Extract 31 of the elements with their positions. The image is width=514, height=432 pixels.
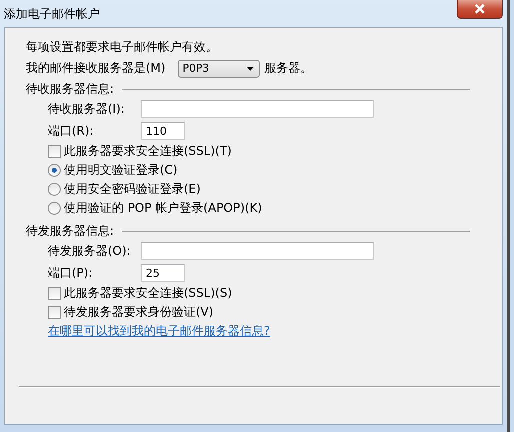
checkbox-label[interactable]: 此服务器要求安全连接(SSL)(S): [64, 285, 232, 302]
field-label: 我的邮件接收服务器是(M): [26, 60, 166, 77]
radio-button[interactable]: [48, 164, 61, 177]
server-type-dropdown[interactable]: POP3: [178, 60, 260, 78]
close-icon: [474, 4, 486, 14]
server-input[interactable]: [141, 242, 374, 260]
radio-button[interactable]: [48, 183, 61, 196]
checkbox-label[interactable]: 此服务器要求安全连接(SSL)(T): [64, 143, 232, 160]
section-heading: 待收服务器信息:: [26, 80, 114, 98]
checkbox[interactable]: [48, 287, 61, 300]
radio-label[interactable]: 使用明文验证登录(C): [64, 162, 178, 179]
checkbox-label[interactable]: 待发服务器要求身份验证(V): [64, 304, 214, 321]
field-label: 端口(R):: [48, 122, 95, 140]
port-input[interactable]: 110: [141, 122, 185, 140]
field-label: 服务器。: [264, 60, 313, 77]
radio-button[interactable]: [48, 202, 61, 215]
radio-label[interactable]: 使用安全密码验证登录(E): [64, 181, 201, 198]
field-label: 端口(P):: [48, 264, 94, 282]
caret-icon: [246, 66, 254, 70]
field-label: 待收服务器(I):: [48, 100, 126, 118]
radio-label[interactable]: 使用验证的 POP 帐户登录(APOP)(K): [64, 200, 262, 217]
help-link[interactable]: 在哪里可以找到我的电子邮件服务器信息?: [48, 322, 270, 341]
port-input[interactable]: 25: [141, 264, 185, 282]
window-title: 添加电子邮件帐户: [4, 6, 100, 23]
section-heading: 待发服务器信息:: [26, 222, 114, 240]
close-button[interactable]: [457, 0, 503, 19]
intro-text: 每项设置都要求电子邮件帐户有效。: [26, 39, 219, 56]
checkbox[interactable]: [48, 145, 61, 158]
field-label: 待发服务器(O):: [48, 242, 132, 260]
checkbox[interactable]: [48, 306, 61, 319]
server-input[interactable]: [141, 100, 374, 118]
